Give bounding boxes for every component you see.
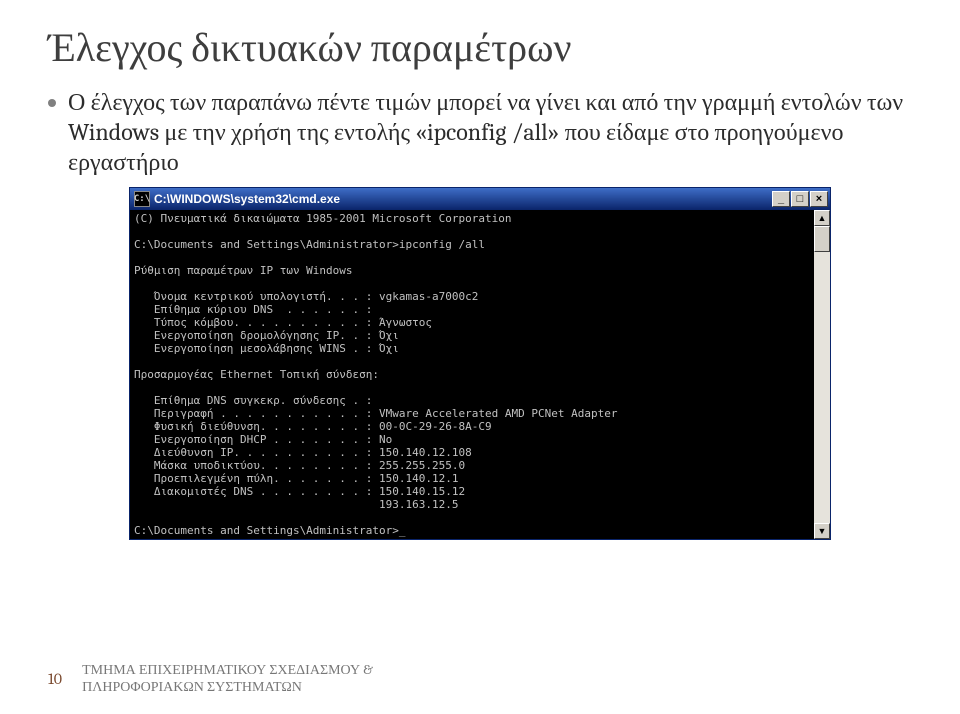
cmd-window-buttons: _ □ × xyxy=(772,191,828,207)
footer-line-2: ΠΛΗΡΟΦΟΡΙΑΚΩΝ ΣΥΣΤΗΜΑΤΩΝ xyxy=(82,678,302,695)
bullet-text: Ο έλεγχος των παραπάνω πέντε τιμών μπορε… xyxy=(68,87,912,177)
cmd-title-text: C:\WINDOWS\system32\cmd.exe xyxy=(154,192,772,206)
cmd-window: C:\ C:\WINDOWS\system32\cmd.exe _ □ × (C… xyxy=(129,187,831,540)
scroll-thumb[interactable] xyxy=(814,226,830,252)
close-button[interactable]: × xyxy=(810,191,828,207)
slide-title: Έλεγχος δικτυακών παραμέτρων xyxy=(48,24,912,71)
bullet-item: Ο έλεγχος των παραπάνω πέντε τιμών μπορε… xyxy=(48,87,912,177)
page-number: 10 xyxy=(48,670,62,688)
cmd-titlebar: C:\ C:\WINDOWS\system32\cmd.exe _ □ × xyxy=(130,188,830,210)
footer-text: ΤΜΗΜΑ ΕΠΙΧΕΙΡΗΜΑΤΙΚΟΥ ΣΧΕΔΙΑΣΜΟΥ & ΠΛΗΡΟ… xyxy=(82,662,373,696)
cmd-body-wrap: (C) Πνευματικά δικαιώματα 1985-2001 Micr… xyxy=(130,210,830,539)
scroll-up-button[interactable]: ▲ xyxy=(814,210,830,226)
cmd-icon: C:\ xyxy=(134,191,150,207)
maximize-button[interactable]: □ xyxy=(791,191,809,207)
minimize-button[interactable]: _ xyxy=(772,191,790,207)
slide: Έλεγχος δικτυακών παραμέτρων Ο έλεγχος τ… xyxy=(0,0,960,714)
bullet-dot-icon xyxy=(48,99,56,107)
footer-line-1: ΤΜΗΜΑ ΕΠΙΧΕΙΡΗΜΑΤΙΚΟΥ ΣΧΕΔΙΑΣΜΟΥ & xyxy=(82,661,373,678)
cmd-output: (C) Πνευματικά δικαιώματα 1985-2001 Micr… xyxy=(130,210,814,539)
scroll-down-button[interactable]: ▼ xyxy=(814,523,830,539)
slide-footer: 10 ΤΜΗΜΑ ΕΠΙΧΕΙΡΗΜΑΤΙΚΟΥ ΣΧΕΔΙΑΣΜΟΥ & ΠΛ… xyxy=(48,662,373,696)
scroll-track[interactable] xyxy=(814,252,830,523)
cmd-scrollbar[interactable]: ▲ ▼ xyxy=(814,210,830,539)
